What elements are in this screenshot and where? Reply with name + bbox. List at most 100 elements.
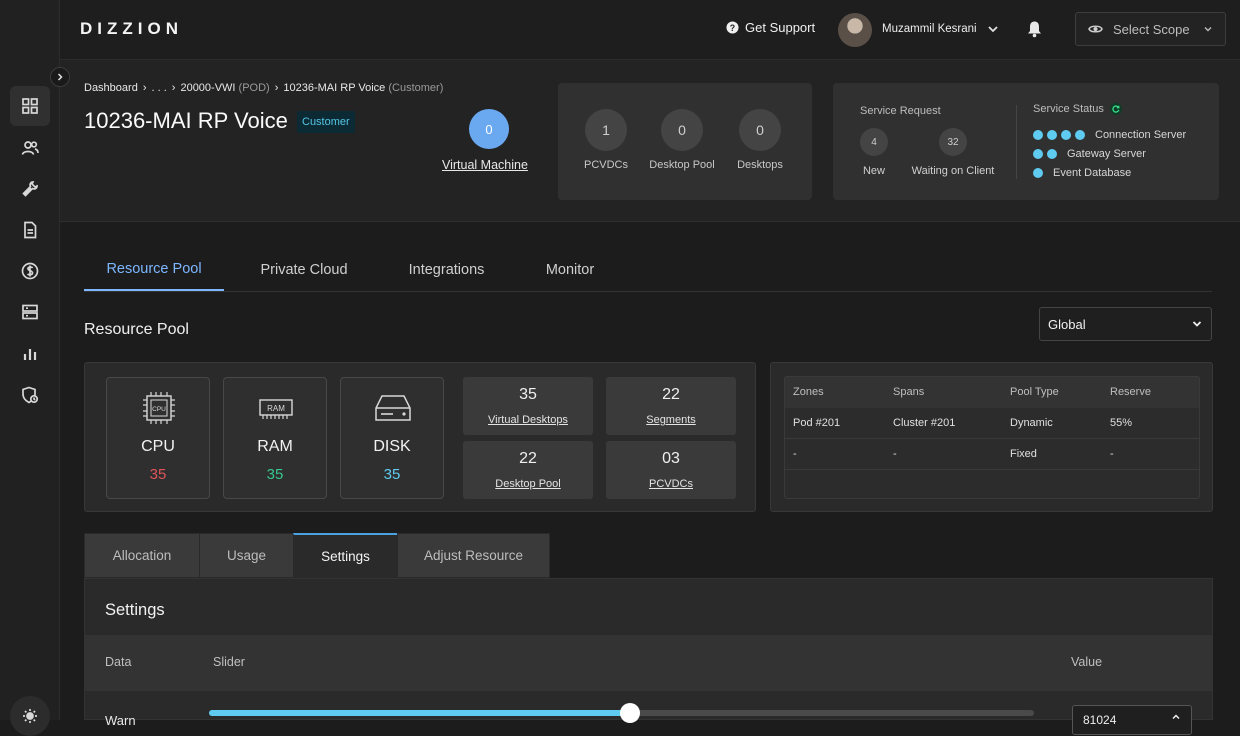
resource-summary-panel: CPU CPU 35 RAM RAM 35 DISK 35 35 Virtual… [84,362,756,512]
tab-monitor[interactable]: Monitor [528,248,612,291]
global-scope-select[interactable]: Global [1039,307,1212,341]
pcvdcs-count[interactable]: 1 [585,109,627,151]
table-cell: - [1110,448,1114,460]
dashboard-icon[interactable] [10,86,50,126]
breadcrumb-separator: › [142,82,147,94]
column-header-spans: Spans [893,386,925,398]
pcvdcs-count: 03 [662,450,680,467]
select-scope-dropdown[interactable]: Select Scope [1075,12,1226,46]
resource-pool-title: Resource Pool [84,321,189,338]
chevron-right-icon [57,73,63,81]
sidebar-collapse-button[interactable] [50,67,70,87]
service-request-waiting-count[interactable]: 32 [939,128,967,156]
table-row[interactable]: - - Fixed - [785,439,1199,470]
get-support-link[interactable]: ? Get Support [726,20,815,35]
user-avatar[interactable] [838,13,872,47]
gateway-server-label: Gateway Server [1067,148,1146,160]
column-header-data: Data [105,655,132,669]
table-row[interactable]: Pod #201 Cluster #201 Dynamic 55% [785,408,1199,439]
subtab-settings[interactable]: Settings [293,533,398,578]
service-status-header: Service Status [1033,103,1122,115]
chevron-down-icon [1192,321,1202,327]
user-menu-chevron-icon[interactable] [986,22,1000,36]
status-dot [1075,130,1085,140]
desktop-pool-card[interactable]: 22 Desktop Pool [463,441,593,499]
virtual-desktops-link[interactable]: Virtual Desktops [463,414,593,426]
chevron-up-icon[interactable] [1171,712,1181,722]
table-cell: Dynamic [1010,417,1053,429]
virtual-machine-link[interactable]: Virtual Machine [442,158,528,172]
breadcrumb-ellipsis[interactable]: . . . [152,82,167,94]
breadcrumb-separator: › [171,82,176,94]
desktop-pool-count[interactable]: 0 [661,109,703,151]
table-cell: 55% [1110,417,1133,429]
service-card: Service Request 4 New 32 Waiting on Clie… [833,83,1219,200]
breadcrumb-customer: 10236-MAI RP Voice (Customer) [283,82,443,94]
user-name[interactable]: Muzammil Kesrani [882,23,977,35]
breadcrumb-pod-type: (POD) [238,82,270,94]
virtual-desktops-card[interactable]: 35 Virtual Desktops [463,377,593,435]
desktops-label: Desktops [737,159,783,171]
breadcrumb-dashboard[interactable]: Dashboard [84,82,138,94]
settings-row-warn: Warn 81024 [85,691,1212,735]
tab-private-cloud[interactable]: Private Cloud [244,248,364,291]
dizzion-logo[interactable]: DIZZION [80,19,183,39]
table-cell: Fixed [1010,448,1037,460]
servers-icon[interactable] [10,292,50,332]
warn-value-input[interactable]: 81024 [1072,705,1192,735]
virtual-desktops-count: 35 [519,386,537,403]
service-request-waiting-label: Waiting on Client [911,165,995,177]
breadcrumb-pod[interactable]: 20000-VWI (POD) [180,82,269,94]
theme-icon[interactable] [10,696,50,736]
tab-integrations[interactable]: Integrations [389,248,504,291]
settings-panel: Settings Data Slider Value Warn 81024 [84,578,1213,735]
tools-icon[interactable] [10,169,50,209]
breadcrumb-customer-type: (Customer) [388,82,444,94]
virtual-machine-count[interactable]: 0 [469,109,509,149]
cpu-card[interactable]: CPU CPU 35 [106,377,210,499]
zones-table: Zones Spans Pool Type Reserve Pod #201 C… [784,376,1200,499]
segments-link[interactable]: Segments [606,414,736,426]
customer-badge: Customer [297,111,355,133]
event-database-label: Event Database [1053,167,1132,179]
subtab-adjust-resource[interactable]: Adjust Resource [397,533,550,578]
event-database-status: Event Database [1033,167,1131,179]
service-request-new-count[interactable]: 4 [860,128,888,156]
disk-card[interactable]: DISK 35 [340,377,444,499]
warn-slider[interactable] [209,703,1034,723]
document-icon[interactable] [10,210,50,250]
segments-card[interactable]: 22 Segments [606,377,736,435]
table-cell: - [893,448,897,460]
breadcrumb-pod-name: 20000-VWI [180,82,236,94]
table-header-row: Zones Spans Pool Type Reserve [785,377,1199,408]
segments-count: 22 [662,386,680,403]
security-icon[interactable] [10,375,50,415]
pcvdcs-label: PCVDCs [583,159,628,171]
table-cell: - [793,448,797,460]
chevron-down-icon [1204,27,1212,32]
billing-icon[interactable] [10,251,50,291]
select-scope-label: Select Scope [1113,21,1190,37]
column-header-zones: Zones [793,386,824,398]
tab-resource-pool[interactable]: Resource Pool [84,248,224,291]
warn-slider-handle[interactable] [619,703,640,723]
subtab-allocation[interactable]: Allocation [84,533,200,578]
zones-panel: Zones Spans Pool Type Reserve Pod #201 C… [770,362,1213,512]
users-icon[interactable] [10,128,50,168]
refresh-icon[interactable] [1109,103,1122,115]
pcvdcs-card[interactable]: 03 PCVDCs [606,441,736,499]
stats-card: 1 PCVDCs 0 Desktop Pool 0 Desktops [558,83,812,200]
pcvdcs-link[interactable]: PCVDCs [606,478,736,490]
column-header-value: Value [1071,655,1103,669]
help-icon: ? [726,21,739,34]
analytics-icon[interactable] [10,334,50,374]
subtab-usage[interactable]: Usage [199,533,294,578]
desktops-count[interactable]: 0 [739,109,781,151]
svg-text:?: ? [730,23,735,33]
notification-bell-icon[interactable] [1026,20,1043,38]
cpu-label: CPU [141,438,175,455]
svg-text:CPU: CPU [152,406,166,413]
desktop-pool-link[interactable]: Desktop Pool [463,478,593,490]
ram-card[interactable]: RAM RAM 35 [223,377,327,499]
column-header-pool-type: Pool Type [1010,386,1059,398]
